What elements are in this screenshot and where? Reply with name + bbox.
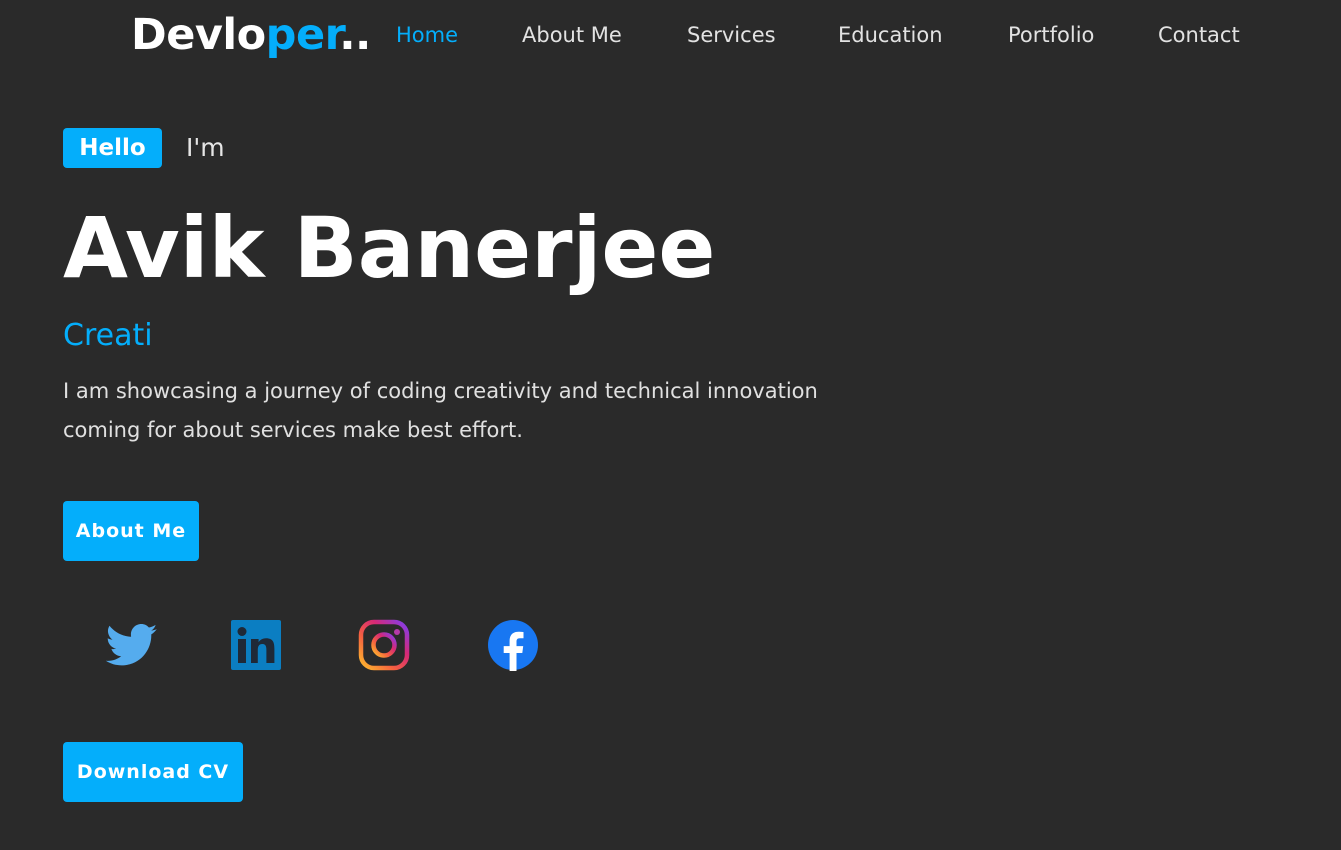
hero-name: Avik Banerjee	[63, 199, 716, 297]
typing-text: Creati	[63, 318, 153, 353]
instagram-link[interactable]	[358, 619, 410, 671]
download-cv-button[interactable]: Download CV	[63, 742, 243, 802]
nav-link-home[interactable]: Home	[396, 21, 458, 49]
logo-text-main: Devlo	[131, 10, 266, 60]
linkedin-icon	[231, 620, 281, 670]
instagram-icon	[358, 619, 410, 671]
twitter-icon	[106, 623, 158, 666]
nav-link-about[interactable]: About Me	[522, 21, 622, 49]
linkedin-link[interactable]	[230, 619, 282, 671]
twitter-link[interactable]	[106, 619, 158, 671]
facebook-link[interactable]	[487, 619, 539, 671]
facebook-icon	[488, 620, 538, 671]
logo-text-tail: ..	[339, 10, 371, 60]
nav-link-education[interactable]: Education	[838, 21, 943, 49]
hello-badge: Hello	[63, 128, 162, 168]
site-logo[interactable]: Devloper..	[131, 10, 371, 60]
intro-text: I'm	[186, 133, 225, 162]
about-me-button[interactable]: About Me	[63, 501, 199, 561]
nav-link-contact[interactable]: Contact	[1158, 21, 1240, 49]
nav-link-services[interactable]: Services	[687, 21, 776, 49]
nav-link-portfolio[interactable]: Portfolio	[1008, 21, 1094, 49]
logo-text-accent: per	[265, 10, 340, 60]
navbar: Devloper.. Home About Me Services Educat…	[0, 0, 1341, 70]
hero-description: I am showcasing a journey of coding crea…	[63, 379, 818, 442]
